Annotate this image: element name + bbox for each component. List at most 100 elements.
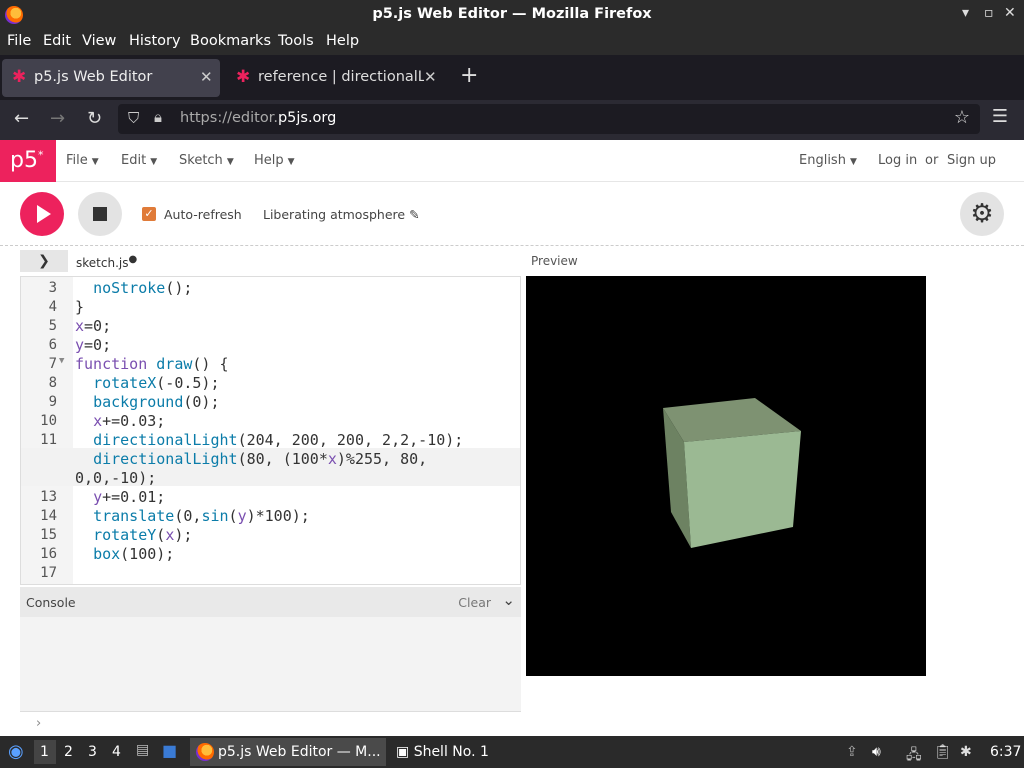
menu-edit[interactable]: Edit bbox=[43, 33, 71, 49]
tab-p5-editor[interactable]: ✱ p5.js Web Editor ✕ bbox=[2, 59, 220, 97]
menu-view[interactable]: View bbox=[82, 33, 116, 49]
preview-label: Preview bbox=[531, 254, 578, 268]
menu-help[interactable]: Help bbox=[326, 33, 359, 49]
menu-tools[interactable]: Tools bbox=[278, 33, 314, 49]
code-line[interactable]: translate(0,sin(y)*100); bbox=[75, 507, 310, 525]
new-tab-icon[interactable]: + bbox=[460, 63, 478, 88]
code-line[interactable]: } bbox=[75, 298, 84, 316]
code-line[interactable]: 0,0,-10); bbox=[75, 469, 156, 487]
chevron-down-icon[interactable]: ⌄ bbox=[502, 591, 515, 609]
taskbar: ◉ 1 2 3 4 ▤ ■ p5.js Web Editor — M... ▣ … bbox=[0, 736, 1024, 768]
back-icon[interactable]: ← bbox=[14, 108, 29, 129]
tab-reference[interactable]: ✱ reference | directionalLig ✕ bbox=[226, 59, 444, 97]
stop-icon bbox=[93, 207, 107, 221]
line-number: 16 bbox=[40, 546, 57, 562]
code-line[interactable]: directionalLight(204, 200, 200, 2,2,-10)… bbox=[75, 431, 463, 449]
stop-button[interactable] bbox=[78, 192, 122, 236]
line-number: 10 bbox=[40, 413, 57, 429]
line-number: 5 bbox=[48, 318, 57, 334]
close-icon[interactable]: ✕ bbox=[1004, 5, 1016, 21]
code-line[interactable]: y=0; bbox=[75, 336, 111, 354]
url-text[interactable]: https://editor.p5js.org bbox=[180, 110, 336, 126]
cube-front-face bbox=[684, 431, 801, 548]
bookmark-star-icon[interactable]: ☆ bbox=[954, 107, 970, 128]
lock-icon[interactable]: 🔒︎ bbox=[154, 108, 162, 126]
login-link[interactable]: Log in bbox=[878, 153, 917, 168]
system-menu-icon[interactable]: ◉ bbox=[8, 741, 24, 762]
line-number: 7 bbox=[48, 356, 57, 372]
desktop-icon[interactable]: ■ bbox=[162, 741, 177, 760]
console-header: Console Clear ⌄ bbox=[20, 587, 521, 617]
settings-button[interactable]: ⚙ bbox=[960, 192, 1004, 236]
notification-icon[interactable]: ✱ bbox=[960, 744, 972, 760]
p5-menu-help[interactable]: Help ▼ bbox=[254, 153, 295, 168]
line-number: 9 bbox=[48, 394, 57, 410]
console-clear-button[interactable]: Clear bbox=[458, 595, 491, 610]
fold-arrow-icon[interactable]: ▼ bbox=[59, 356, 64, 366]
code-line[interactable]: rotateX(-0.5); bbox=[75, 374, 219, 392]
signup-link[interactable]: Sign up bbox=[947, 153, 996, 168]
p5-menu-file[interactable]: File ▼ bbox=[66, 153, 99, 168]
line-gutter: 34567891011121314151617 bbox=[21, 277, 73, 584]
p5-menu-edit[interactable]: Edit ▼ bbox=[121, 153, 157, 168]
code-line[interactable]: x+=0.03; bbox=[75, 412, 165, 430]
maximize-icon[interactable]: ▫ bbox=[984, 5, 994, 21]
code-line[interactable]: rotateY(x); bbox=[75, 526, 192, 544]
pencil-icon[interactable]: ✎ bbox=[409, 207, 419, 222]
menu-history[interactable]: History bbox=[129, 33, 181, 49]
play-button[interactable] bbox=[20, 192, 64, 236]
workspace-4[interactable]: 4 bbox=[112, 744, 121, 760]
upload-icon[interactable]: ⇪ bbox=[846, 744, 858, 760]
reload-icon[interactable]: ↻ bbox=[87, 108, 102, 129]
code-line[interactable]: x=0; bbox=[75, 317, 111, 335]
p5-header: p5* File ▼ Edit ▼ Sketch ▼ Help ▼ English ▼ L… bbox=[0, 140, 1024, 182]
forward-icon[interactable]: → bbox=[50, 108, 65, 129]
console-input[interactable]: › bbox=[20, 711, 521, 736]
chevron-down-icon: ▼ bbox=[287, 157, 295, 167]
cube-render bbox=[663, 398, 801, 548]
sidebar-toggle-button[interactable]: ❯ bbox=[20, 250, 68, 272]
or-text: or bbox=[925, 153, 939, 168]
volume-icon[interactable]: 🔊︎ bbox=[872, 744, 881, 760]
code-line[interactable]: directionalLight(80, (100*x)%255, 80, bbox=[75, 450, 427, 468]
shield-icon[interactable]: ⛉ bbox=[128, 109, 139, 127]
file-manager-icon[interactable]: ▤ bbox=[136, 742, 149, 758]
clipboard-icon[interactable]: 📋︎ bbox=[934, 744, 952, 760]
console-title: Console bbox=[26, 595, 76, 610]
taskbar-shell[interactable]: ▣ Shell No. 1 bbox=[396, 744, 489, 760]
line-number: 13 bbox=[40, 489, 57, 505]
p5-menu-sketch[interactable]: Sketch ▼ bbox=[179, 153, 234, 168]
code-line[interactable]: y+=0.01; bbox=[75, 488, 165, 506]
code-line[interactable]: noStroke(); bbox=[75, 279, 192, 297]
file-tab-sketch[interactable]: sketch.js● bbox=[76, 254, 137, 270]
auto-refresh-label: Auto-refresh bbox=[164, 207, 242, 222]
workspace-2[interactable]: 2 bbox=[64, 744, 73, 760]
minimize-icon[interactable]: ▾ bbox=[962, 5, 969, 21]
chevron-down-icon: ▼ bbox=[91, 157, 99, 167]
p5-asterisk-icon: ✱ bbox=[236, 67, 251, 87]
gear-icon: ⚙ bbox=[970, 199, 994, 229]
code-line[interactable]: box(100); bbox=[75, 545, 174, 563]
tab-label: p5.js Web Editor bbox=[34, 69, 153, 85]
menu-bookmarks[interactable]: Bookmarks bbox=[190, 33, 271, 49]
workspace-3[interactable]: 3 bbox=[88, 744, 97, 760]
taskbar-firefox[interactable]: p5.js Web Editor — M... bbox=[190, 738, 386, 766]
prompt-chevron-icon: › bbox=[36, 716, 42, 731]
code-line[interactable]: background(0); bbox=[75, 393, 219, 411]
window-title-bar: p5.js Web Editor — Mozilla Firefox ▾ ▫ ✕ bbox=[0, 0, 1024, 30]
hamburger-menu-icon[interactable]: ☰ bbox=[992, 106, 1008, 127]
code-editor[interactable]: 34567891011121314151617 noStroke();}x=0;… bbox=[20, 276, 521, 585]
menu-file[interactable]: File bbox=[7, 33, 31, 49]
sketch-name[interactable]: Liberating atmosphere ✎ bbox=[263, 207, 420, 222]
tab-close-icon[interactable]: ✕ bbox=[200, 68, 213, 86]
preview-canvas[interactable] bbox=[526, 276, 926, 676]
line-number: 17 bbox=[40, 565, 57, 581]
tab-close-icon[interactable]: ✕ bbox=[424, 68, 437, 86]
network-icon[interactable]: 🖧 bbox=[906, 744, 922, 768]
code-line[interactable]: function draw() { bbox=[75, 355, 229, 373]
p5-logo[interactable]: p5* bbox=[0, 140, 56, 182]
workspace-1[interactable]: 1 bbox=[40, 744, 49, 760]
url-bar[interactable]: ⛉ 🔒︎ https://editor.p5js.org ☆ bbox=[118, 104, 980, 134]
language-select[interactable]: English ▼ bbox=[799, 153, 857, 168]
auto-refresh-checkbox[interactable]: ✓ bbox=[142, 207, 156, 221]
